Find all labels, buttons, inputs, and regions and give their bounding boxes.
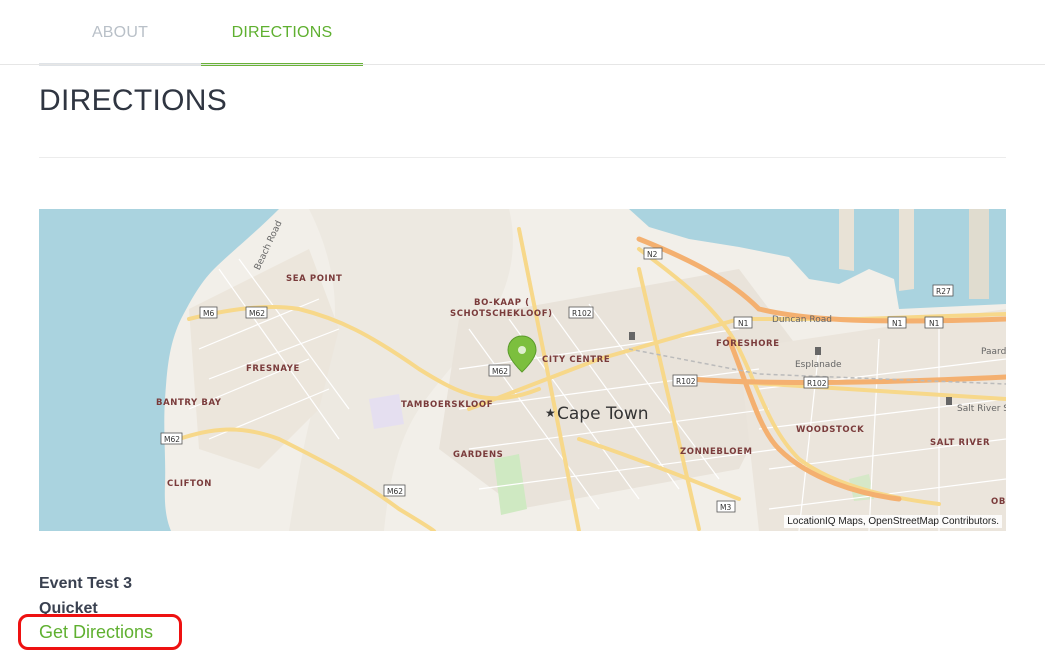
- svg-text:N2: N2: [647, 250, 658, 259]
- svg-text:R102: R102: [676, 377, 696, 386]
- map-attribution: LocationIQ Maps, OpenStreetMap Contribut…: [784, 515, 1002, 528]
- svg-text:R102: R102: [807, 379, 827, 388]
- label-paard: Paard: [981, 347, 1006, 357]
- tab-about[interactable]: ABOUT: [39, 0, 201, 66]
- road-shield-m3: M3: [716, 500, 736, 513]
- road-shield-n1: N1: [887, 316, 907, 329]
- label-bantry-bay: BANTRY BAY: [156, 398, 222, 408]
- label-schotschekloof: SCHOTSCHEKLOOF): [450, 309, 553, 319]
- label-gardens: GARDENS: [453, 450, 503, 460]
- label-fresnaye: FRESNAYE: [246, 364, 300, 374]
- map[interactable]: SEA POINT BO-KAAP ( SCHOTSCHEKLOOF) CITY…: [39, 209, 1006, 531]
- svg-text:R102: R102: [572, 309, 592, 318]
- event-name: Event Test 3: [39, 575, 133, 592]
- road-shield-m6: M6: [199, 306, 218, 319]
- road-shield-m62: M62: [383, 484, 406, 497]
- svg-text:M62: M62: [387, 487, 403, 496]
- svg-text:N1: N1: [892, 319, 903, 328]
- road-shield-r27: R27: [932, 284, 954, 297]
- label-bo-kaap: BO-KAAP (: [474, 298, 530, 308]
- train-station-icon: [815, 347, 821, 355]
- map-canvas: SEA POINT BO-KAAP ( SCHOTSCHEKLOOF) CITY…: [39, 209, 1006, 531]
- road-shield-m62: M62: [488, 364, 511, 377]
- label-sea-point: SEA POINT: [286, 274, 342, 284]
- road-shield-r102: R102: [672, 374, 698, 387]
- tab-directions[interactable]: DIRECTIONS: [201, 0, 363, 66]
- label-zonnebloem: ZONNEBLOEM: [680, 447, 753, 457]
- label-salt-river-station: Salt River S: [957, 404, 1006, 414]
- tab-directions-label: DIRECTIONS: [231, 24, 333, 41]
- label-woodstock: WOODSTOCK: [796, 425, 864, 435]
- label-salt-river: SALT RIVER: [930, 438, 990, 448]
- label-esplanade: Esplanade: [795, 360, 842, 370]
- label-clifton: CLIFTON: [167, 479, 212, 489]
- road-shield-n2: N2: [643, 247, 663, 260]
- road-shield-r102: R102: [568, 306, 594, 319]
- page-title: DIRECTIONS: [39, 84, 228, 117]
- svg-text:M6: M6: [203, 309, 214, 318]
- label-foreshore: FORESHORE: [716, 339, 780, 349]
- svg-text:R27: R27: [936, 287, 951, 296]
- svg-text:M62: M62: [492, 367, 508, 376]
- svg-text:N1: N1: [738, 319, 749, 328]
- svg-text:M62: M62: [249, 309, 265, 318]
- road-shield-n1: N1: [924, 316, 944, 329]
- tab-bar: ABOUT DIRECTIONS: [0, 0, 1045, 66]
- label-cape-town: Cape Town: [557, 404, 649, 424]
- road-shield-m62: M62: [245, 306, 268, 319]
- road-shield-n1: N1: [733, 316, 753, 329]
- label-ob: OB: [991, 497, 1006, 507]
- svg-text:N1: N1: [929, 319, 940, 328]
- road-shield-m62: M62: [160, 432, 183, 445]
- svg-text:M3: M3: [720, 503, 731, 512]
- train-station-icon: [629, 332, 635, 340]
- label-tamboerskloof: TAMBOERSKLOOF: [401, 400, 493, 410]
- section-divider: [39, 157, 1006, 158]
- capital-star-icon: ★: [545, 406, 556, 420]
- tab-about-label: ABOUT: [91, 24, 149, 41]
- train-station-icon: [946, 397, 952, 405]
- svg-text:M62: M62: [164, 435, 180, 444]
- tab-bar-divider: [0, 64, 1045, 65]
- road-shield-r102: R102: [803, 376, 829, 389]
- get-directions-link[interactable]: Get Directions: [18, 614, 182, 650]
- label-city-centre: CITY CENTRE: [542, 355, 610, 365]
- label-duncan-road: Duncan Road: [772, 315, 832, 325]
